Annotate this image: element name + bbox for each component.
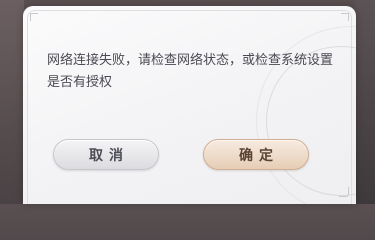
corner-ornament-top-right (341, 13, 349, 21)
cancel-button[interactable]: 取消 (53, 139, 159, 170)
confirm-button[interactable]: 确定 (203, 139, 309, 170)
background-right (355, 0, 375, 204)
background-left (0, 0, 24, 204)
corner-ornament-top-left (30, 13, 38, 21)
network-error-dialog: 网络连接失败，请检查网络状态，或检查系统设置是否有授权 取消 确定 (23, 6, 356, 204)
dialog-message: 网络连接失败，请检查网络状态，或检查系统设置是否有授权 (47, 53, 334, 90)
corner-ornament-bottom-right (339, 187, 349, 197)
cancel-button-label: 取消 (89, 147, 129, 164)
confirm-button-label: 确定 (239, 147, 279, 164)
